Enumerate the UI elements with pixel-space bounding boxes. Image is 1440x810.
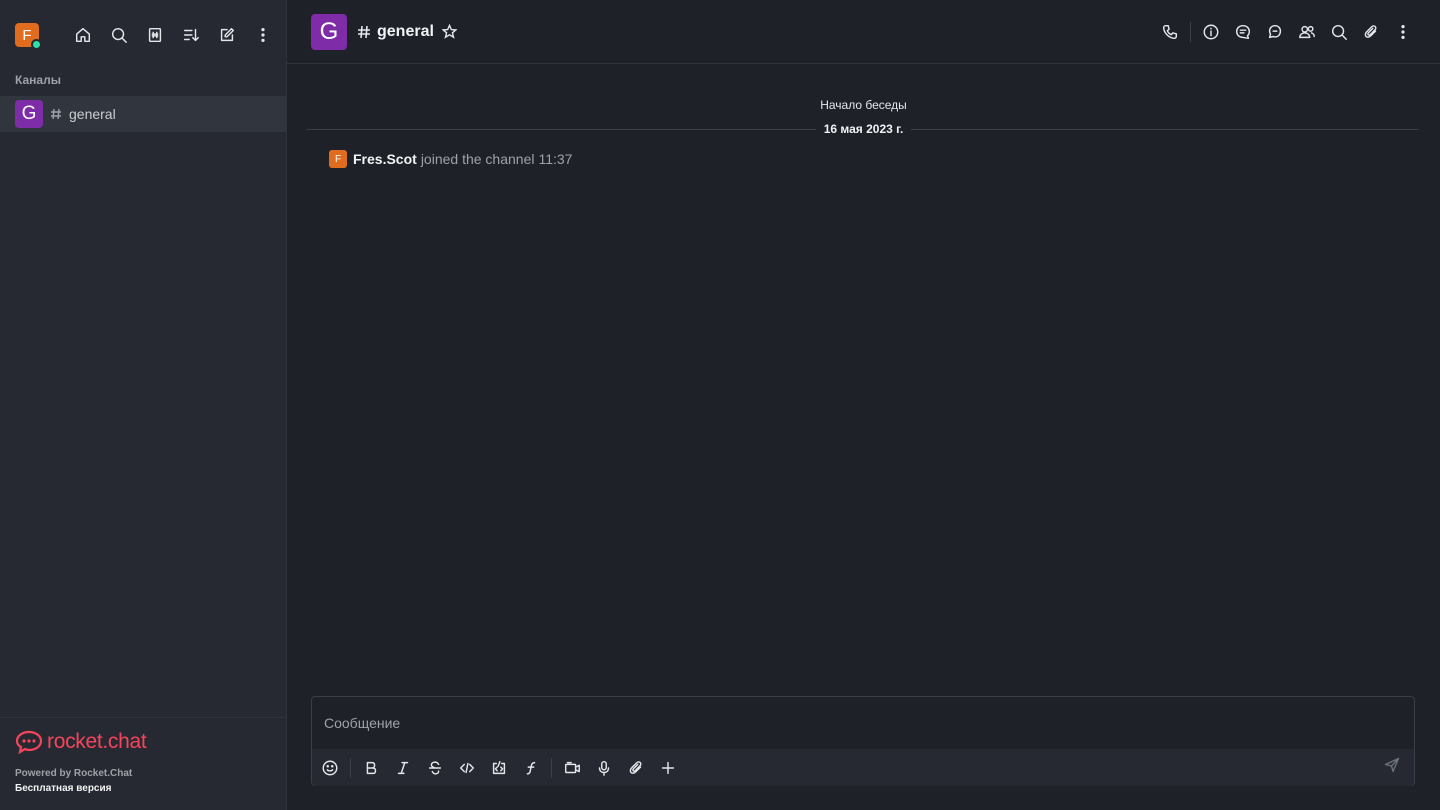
code-icon [459, 762, 475, 773]
conversation-start-label: Начало беседы [820, 98, 907, 112]
sidebar-actions [65, 17, 281, 53]
room-header-actions [1154, 14, 1419, 50]
emoji-icon [322, 760, 338, 775]
directory-button[interactable] [137, 17, 173, 53]
code-block-button[interactable] [483, 752, 515, 784]
pencil-icon [220, 27, 235, 42]
home-button[interactable] [65, 17, 101, 53]
threads-icon [1235, 24, 1251, 40]
video-message-button[interactable] [556, 752, 588, 784]
message-composer: Сообщение [311, 696, 1415, 786]
more-actions-button[interactable] [652, 752, 684, 784]
formula-icon [526, 761, 536, 775]
room-title: general [377, 22, 434, 40]
message-username[interactable]: Fres.Scot [353, 151, 417, 167]
audio-message-button[interactable] [588, 752, 620, 784]
attach-file-button[interactable] [620, 752, 652, 784]
kebab-icon [261, 27, 265, 43]
strikethrough-icon [428, 760, 442, 775]
star-icon[interactable] [441, 24, 457, 39]
user-avatar-initial: F [22, 26, 32, 44]
phone-icon [1162, 24, 1178, 40]
hashtag-icon [51, 108, 61, 120]
sidebar-item-general[interactable]: G general [0, 96, 286, 132]
microphone-icon [598, 760, 610, 776]
message-avatar[interactable]: F [329, 150, 347, 168]
directory-icon [148, 27, 162, 43]
rocket-chat-logo: rocket.chat [15, 728, 271, 756]
video-icon [564, 761, 580, 773]
room-avatar: G [15, 100, 43, 128]
strikethrough-button[interactable] [419, 752, 451, 784]
header-divider [1190, 22, 1191, 42]
call-button[interactable] [1154, 14, 1186, 50]
plus-icon [661, 761, 675, 774]
room-options-button[interactable] [1387, 14, 1419, 50]
message-timestamp: 11:37 [538, 151, 573, 167]
code-block-icon [492, 760, 506, 774]
room-info-button[interactable] [1195, 14, 1227, 50]
hashtag-icon [358, 25, 370, 38]
create-new-button[interactable] [209, 17, 245, 53]
room-header-avatar: G [311, 13, 347, 50]
search-button[interactable] [101, 17, 137, 53]
italic-icon [397, 761, 409, 774]
channels-section-title: Каналы [15, 73, 61, 87]
members-button[interactable] [1291, 14, 1323, 50]
files-button[interactable] [1355, 14, 1387, 50]
search-icon [1331, 24, 1347, 40]
discussions-icon [1268, 24, 1282, 39]
sort-button[interactable] [173, 17, 209, 53]
inline-code-button[interactable] [451, 752, 483, 784]
members-icon [1299, 25, 1315, 39]
toolbar-divider [551, 757, 552, 778]
room-header: G general [287, 0, 1440, 64]
system-message: F Fres.Scot joined the channel 11:37 [329, 150, 572, 168]
attachment-icon [629, 760, 642, 774]
room-name: general [69, 106, 116, 122]
sidebar-header: F [0, 0, 286, 70]
threads-button[interactable] [1227, 14, 1259, 50]
emoji-button[interactable] [314, 752, 346, 784]
logo-text: rocket.chat [47, 730, 147, 753]
date-divider-label: 16 мая 2023 г. [815, 122, 912, 136]
more-button[interactable] [245, 17, 281, 53]
composer-toolbar [312, 749, 1414, 786]
search-messages-button[interactable] [1323, 14, 1355, 50]
user-avatar[interactable]: F [15, 23, 42, 50]
send-icon [1384, 757, 1400, 773]
main-content: G general Начало беседы 16 мая 2023 г. F… [287, 0, 1440, 810]
discussions-button[interactable] [1259, 14, 1291, 50]
bold-icon [366, 761, 377, 774]
formula-button[interactable] [515, 752, 547, 784]
kebab-icon [1401, 24, 1405, 40]
toolbar-divider [350, 757, 351, 778]
sidebar-footer: rocket.chat Powered by Rocket.Chat Беспл… [0, 717, 286, 810]
powered-by-text: Powered by Rocket.Chat [15, 768, 133, 779]
message-input[interactable]: Сообщение [312, 697, 1414, 749]
edition-text: Бесплатная версия [15, 783, 112, 794]
home-icon [75, 27, 91, 43]
sidebar: F Каналы G general rocket.chat Powered b… [0, 0, 287, 810]
date-divider: 16 мая 2023 г. [287, 122, 1440, 136]
rocket-chat-logo-icon [15, 730, 43, 755]
bold-button[interactable] [355, 752, 387, 784]
info-icon [1203, 24, 1219, 40]
italic-button[interactable] [387, 752, 419, 784]
online-status-indicator [31, 39, 42, 50]
attachment-icon [1364, 25, 1377, 38]
sort-icon [183, 28, 199, 42]
search-icon [111, 27, 127, 43]
message-text: joined the channel [420, 151, 535, 167]
send-button[interactable] [1384, 757, 1404, 777]
